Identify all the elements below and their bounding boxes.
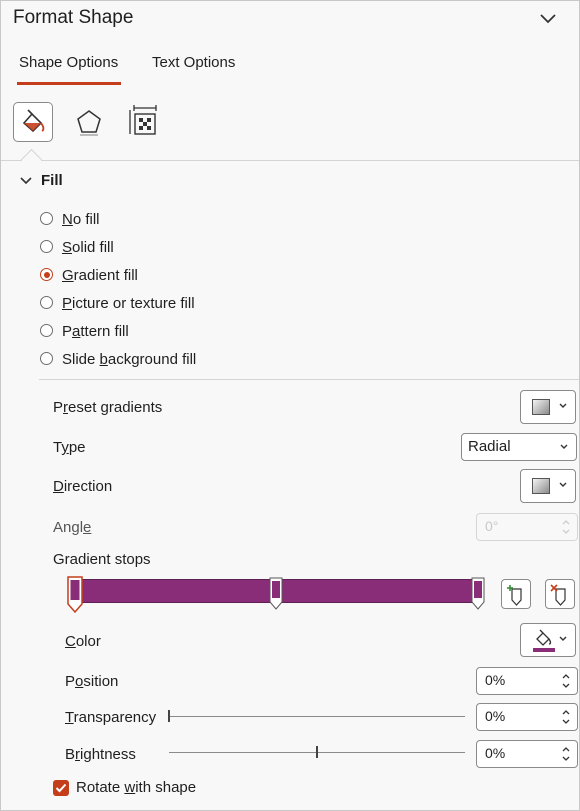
category-pointer [20,148,43,171]
brightness-spinner[interactable]: 0% [476,740,578,768]
fill-section-title[interactable]: Fill [41,172,63,189]
section-divider [39,379,579,380]
radio-button[interactable] [40,352,53,365]
gradient-stop[interactable] [471,577,485,611]
active-tab-indicator [17,82,121,85]
angle-value: 0° [485,518,499,534]
add-stop-icon [507,585,522,606]
transparency-slider[interactable] [169,716,465,717]
transparency-slider-thumb[interactable] [168,710,170,722]
spinner-arrows-icon[interactable] [561,708,571,726]
category-separator [1,160,579,161]
radio-button[interactable] [40,240,53,253]
radio-button[interactable] [40,296,53,309]
chevron-down-icon [560,444,568,449]
chevron-down-icon [559,403,567,408]
spinner-arrows-icon[interactable] [561,672,571,690]
radio-button[interactable] [40,212,53,225]
add-gradient-stop-button[interactable] [501,579,531,609]
type-value: Radial [468,438,511,455]
radio-button-selected[interactable] [40,268,53,281]
position-value: 0% [485,672,506,688]
radio-button[interactable] [40,324,53,337]
radio-label: Solid fill [62,239,114,256]
direction-dropdown[interactable] [520,469,576,503]
color-label: Color [65,633,101,650]
fill-line-icon[interactable] [13,102,53,142]
gradient-swatch-icon [532,478,550,494]
collapse-chevron-icon[interactable] [537,9,559,27]
chevron-down-icon [559,636,567,641]
direction-label: Direction [53,478,113,495]
size-properties-icon[interactable] [122,102,162,142]
pane-title: Format Shape [13,7,134,28]
radio-label: Picture or texture fill [62,295,195,312]
radio-label: Gradient fill [62,267,138,284]
remove-stop-icon [550,584,566,606]
chevron-down-icon[interactable] [19,175,33,187]
checkmark-icon [55,783,67,793]
radio-label: Slide background fill [62,351,197,368]
radio-label: Pattern fill [62,323,129,340]
transparency-spinner[interactable]: 0% [476,703,578,731]
position-spinner[interactable]: 0% [476,667,578,695]
spinner-arrows-icon[interactable] [561,518,571,536]
gradient-stop-selected[interactable] [67,576,83,614]
brightness-label: Brightness [65,746,136,763]
effects-icon[interactable] [69,102,109,142]
tab-text-options[interactable]: Text Options [152,54,235,71]
preset-gradients-label: Preset gradients [53,399,163,416]
rotate-with-shape-checkbox[interactable] [53,780,69,796]
type-select[interactable]: Radial [461,433,577,461]
preset-gradients-dropdown[interactable] [520,390,576,424]
tab-shape-options[interactable]: Shape Options [19,54,118,71]
gradient-stops-label: Gradient stops [53,551,151,568]
brightness-value: 0% [485,745,506,761]
type-label: Type [53,439,86,456]
rotate-with-shape-label: Rotate with shape [76,779,197,796]
chevron-down-icon [559,482,567,487]
gradient-stop[interactable] [269,577,283,611]
paint-bucket-icon [533,629,555,652]
remove-gradient-stop-button[interactable] [545,579,575,609]
brightness-slider-thumb[interactable] [316,746,318,758]
gradient-swatch-icon [532,399,550,415]
format-shape-pane: Format Shape Shape Options Text Options [0,0,580,811]
angle-spinner[interactable]: 0° [476,513,578,541]
transparency-value: 0% [485,708,506,724]
position-label: Position [65,673,119,690]
angle-label: Angle [53,519,92,536]
radio-label: No fill [62,211,100,228]
spinner-arrows-icon[interactable] [561,745,571,763]
transparency-label: Transparency [65,709,157,726]
color-picker-button[interactable] [520,623,576,657]
